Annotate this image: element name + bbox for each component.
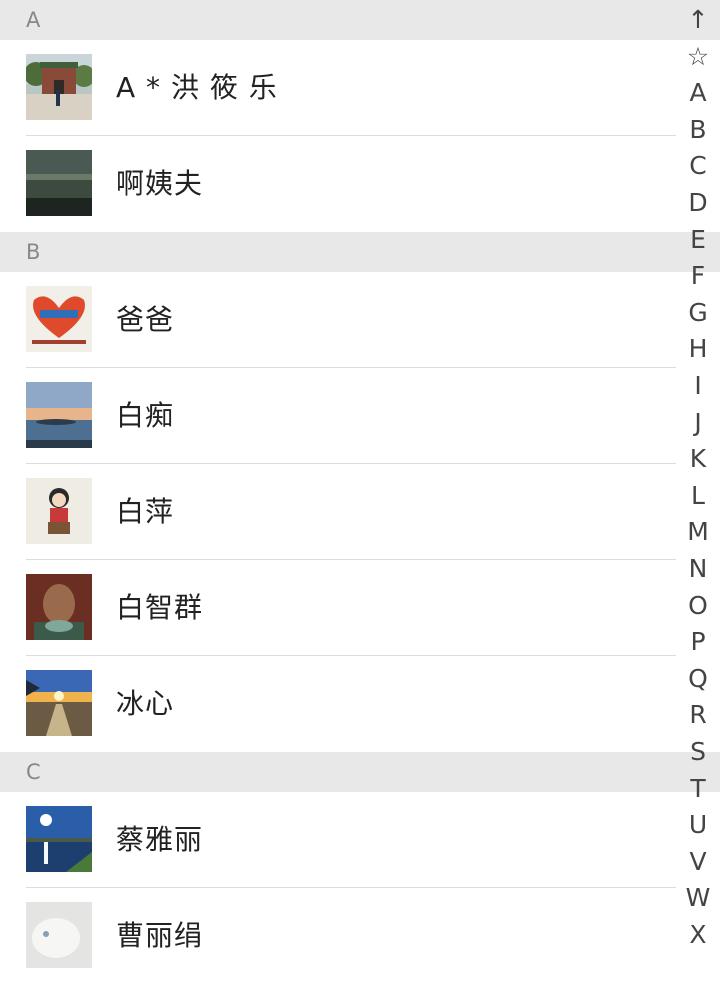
avatar xyxy=(26,286,92,352)
contact-name: 曹丽绢 xyxy=(116,919,204,952)
contact-item[interactable]: 白痴 xyxy=(0,368,676,464)
contact-item[interactable]: 冰心 xyxy=(0,656,676,752)
index-letter-h[interactable]: H xyxy=(676,331,720,367)
avatar xyxy=(26,574,92,640)
contact-name: 冰心 xyxy=(116,687,175,720)
avatar xyxy=(26,150,92,216)
index-letter-i[interactable]: I xyxy=(676,368,720,404)
alphabet-index-bar[interactable]: ↑ ☆ A B C D E F G H I J K L M N O P Q R S T U V W X xyxy=(676,0,720,949)
section-header-c: C xyxy=(0,752,720,792)
index-letter-m[interactable]: M xyxy=(676,514,720,550)
contact-item[interactable]: 白萍 xyxy=(0,464,676,560)
index-letter-l[interactable]: L xyxy=(676,478,720,514)
index-letter-w[interactable]: W xyxy=(676,880,720,916)
avatar xyxy=(26,382,92,448)
index-letter-o[interactable]: O xyxy=(676,588,720,624)
contact-name: 啊姨夫 xyxy=(116,167,204,200)
contact-name: A * 洪 筱 乐 xyxy=(116,71,278,104)
avatar xyxy=(26,54,92,120)
index-letter-c[interactable]: C xyxy=(676,148,720,184)
index-letter-g[interactable]: G xyxy=(676,295,720,331)
contact-name: 白萍 xyxy=(116,495,175,528)
index-letter-k[interactable]: K xyxy=(676,441,720,477)
contact-name: 白智群 xyxy=(116,591,204,624)
contact-item[interactable]: 白智群 xyxy=(0,560,676,656)
index-letter-s[interactable]: S xyxy=(676,734,720,770)
index-letter-t[interactable]: T xyxy=(676,771,720,807)
scroll-top-icon[interactable]: ↑ xyxy=(676,2,720,38)
index-letter-b[interactable]: B xyxy=(676,112,720,148)
index-letter-a[interactable]: A xyxy=(676,75,720,111)
index-letter-e[interactable]: E xyxy=(676,222,720,258)
section-header-a: A xyxy=(0,0,720,40)
contact-name: 蔡雅丽 xyxy=(116,823,204,856)
section-header-b: B xyxy=(0,232,720,272)
index-letter-p[interactable]: P xyxy=(676,624,720,660)
avatar xyxy=(26,670,92,736)
index-letter-d[interactable]: D xyxy=(676,185,720,221)
index-letter-r[interactable]: R xyxy=(676,697,720,733)
contact-item[interactable]: 爸爸 xyxy=(0,272,676,368)
index-letter-x[interactable]: X xyxy=(676,917,720,953)
contact-item[interactable]: 曹丽绢 xyxy=(0,888,676,984)
index-letter-v[interactable]: V xyxy=(676,844,720,880)
contact-item[interactable]: 啊姨夫 xyxy=(0,136,676,232)
contact-item[interactable]: A * 洪 筱 乐 xyxy=(0,40,676,136)
index-letter-u[interactable]: U xyxy=(676,807,720,843)
avatar xyxy=(26,806,92,872)
index-letter-q[interactable]: Q xyxy=(676,661,720,697)
contact-name: 爸爸 xyxy=(116,303,175,336)
avatar xyxy=(26,902,92,968)
contact-name: 白痴 xyxy=(116,399,175,432)
contact-item[interactable]: 蔡雅丽 xyxy=(0,792,676,888)
avatar xyxy=(26,478,92,544)
index-letter-n[interactable]: N xyxy=(676,551,720,587)
favorites-star-icon[interactable]: ☆ xyxy=(676,39,720,75)
index-letter-f[interactable]: F xyxy=(676,258,720,294)
index-letter-j[interactable]: J xyxy=(676,405,720,441)
